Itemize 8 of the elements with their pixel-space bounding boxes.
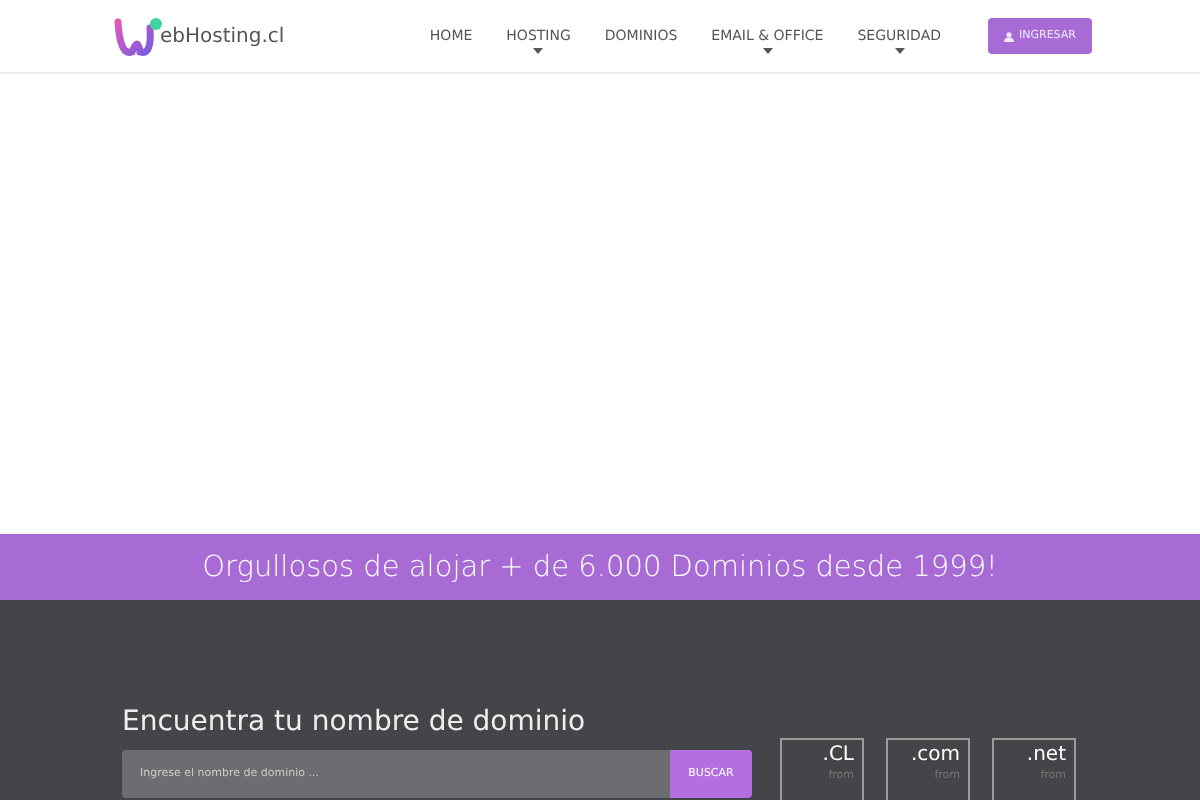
banner-text: Orgullosos de alojar + de 6.000 Dominios desde 1999! bbox=[0, 534, 1200, 600]
logo-icon bbox=[112, 12, 164, 60]
logo-text: ebHosting.cl bbox=[160, 26, 285, 48]
search-title: Encuentra tu nombre de dominio bbox=[122, 706, 588, 738]
tld-name: .net bbox=[1026, 744, 1066, 766]
user-icon bbox=[1003, 31, 1014, 41]
tld-name: .com bbox=[910, 744, 960, 766]
tld-name: .CL bbox=[822, 744, 854, 766]
